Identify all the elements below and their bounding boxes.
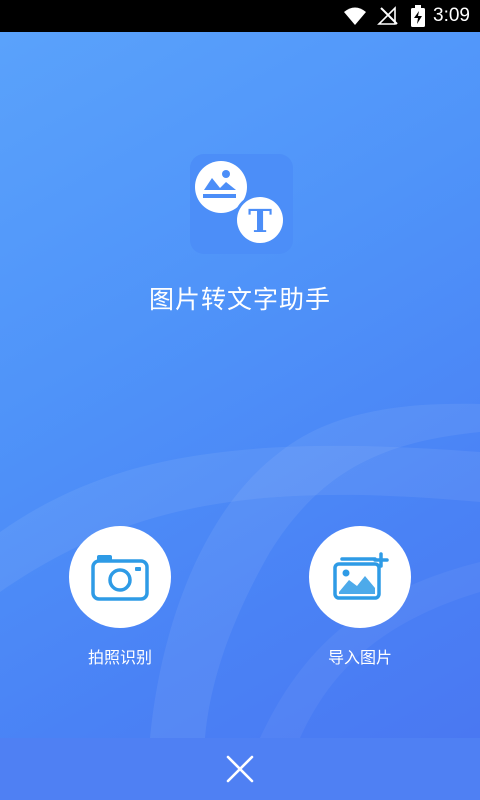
logo-letter: T — [248, 202, 272, 240]
camera-icon — [91, 555, 149, 601]
import-image-button[interactable] — [309, 526, 411, 628]
main-content: T 图片转文字助手 拍照识别 导入图片 — [0, 32, 480, 738]
import-image-action[interactable]: 导入图片 — [309, 526, 411, 668]
wifi-icon — [344, 7, 367, 25]
close-button[interactable] — [216, 745, 264, 793]
app-title: 图片转文字助手 — [148, 285, 331, 314]
image-to-text-logo-icon: T — [195, 161, 286, 246]
import-image-label: 导入图片 — [327, 648, 392, 667]
bottom-bar — [0, 738, 480, 800]
no-signal-icon — [377, 6, 398, 25]
image-import-icon — [333, 552, 389, 600]
battery-charging-icon — [411, 5, 426, 27]
camera-recognize-button[interactable] — [69, 526, 171, 628]
close-icon — [226, 755, 254, 783]
status-icons: 3:09 — [343, 0, 480, 32]
clock-time: 3:09 — [433, 5, 470, 26]
camera-recognize-label: 拍照识别 — [87, 648, 152, 667]
status-bar: 3:09 — [0, 0, 480, 32]
app-logo: T — [190, 154, 293, 254]
camera-recognize-action[interactable]: 拍照识别 — [69, 526, 171, 668]
